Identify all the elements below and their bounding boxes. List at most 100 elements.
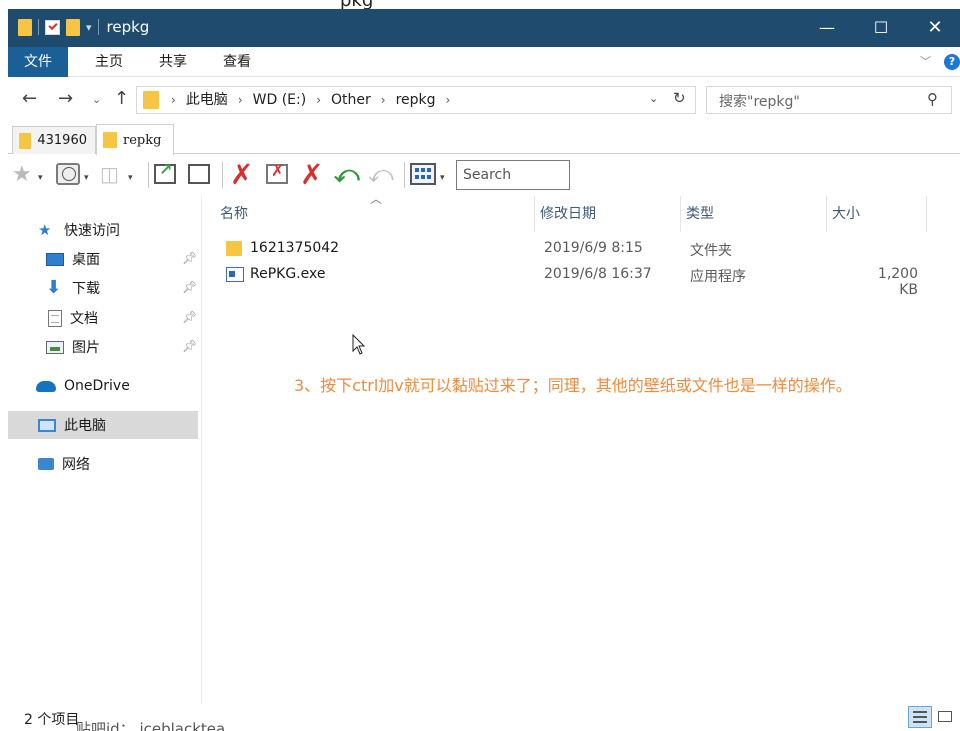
- expand-ribbon-icon[interactable]: ﹀: [920, 47, 931, 77]
- favorite-star-icon[interactable]: ★: [12, 160, 32, 188]
- file-name: 1621375042: [250, 240, 340, 256]
- details-view-button[interactable]: [908, 706, 932, 728]
- address-row: ← → ⌄ ↑ › 此电脑 › WD (E:) › Other › repkg …: [8, 80, 960, 120]
- breadcrumb-item[interactable]: 此电脑: [186, 87, 228, 113]
- folder-tab[interactable]: 431960: [12, 126, 96, 154]
- table-row[interactable]: RePKG.exe 2019/6/8 16:37 应用程序 1,200 KB: [220, 263, 950, 298]
- window-title: repkg: [106, 18, 150, 36]
- close-button[interactable]: ✕: [908, 9, 960, 47]
- sidebar-item-onedrive[interactable]: OneDrive: [8, 372, 198, 400]
- breadcrumb-item[interactable]: WD (E:): [253, 87, 307, 113]
- file-date: 2019/6/9 8:15: [544, 240, 643, 256]
- up-button[interactable]: ↑: [114, 88, 129, 109]
- column-header-name[interactable]: 名称: [220, 196, 248, 232]
- mouse-cursor-icon: [352, 334, 366, 355]
- pin-icon[interactable]: 📌︎: [182, 339, 197, 353]
- title-bar: ▾ repkg — ☐ ✕: [8, 9, 960, 47]
- address-bar[interactable]: › 此电脑 › WD (E:) › Other › repkg › ⌄ ↻: [136, 86, 696, 114]
- chevron-right-icon[interactable]: ›: [238, 87, 243, 113]
- sidebar-item-documents[interactable]: 文档 📌︎: [8, 304, 198, 332]
- chevron-down-icon[interactable]: ⌄: [649, 92, 658, 105]
- delete-icon[interactable]: ✗: [230, 158, 253, 191]
- pictures-icon: [46, 340, 64, 354]
- breadcrumb-item[interactable]: repkg: [396, 87, 436, 113]
- folder-icon: [143, 91, 159, 109]
- chevron-down-icon[interactable]: ▾: [84, 164, 89, 192]
- large-icons-view-button[interactable]: [934, 706, 958, 728]
- column-header-type[interactable]: 类型: [686, 196, 714, 232]
- chevron-right-icon: ›: [171, 93, 176, 107]
- help-icon[interactable]: ?: [944, 54, 960, 70]
- sort-ascending-icon: ︿: [370, 192, 383, 206]
- delete-selected-icon[interactable]: ✗: [266, 160, 288, 188]
- breadcrumb-item[interactable]: Other: [331, 87, 371, 113]
- sidebar-item-label: 网络: [62, 457, 90, 473]
- search-icon[interactable]: ⚲: [927, 90, 938, 108]
- table-row[interactable]: 1621375042 2019/6/9 8:15 文件夹: [220, 237, 950, 261]
- pin-icon[interactable]: 📌︎: [182, 310, 197, 324]
- chevron-right-icon[interactable]: ›: [381, 87, 386, 113]
- minimize-button[interactable]: —: [800, 9, 854, 47]
- file-list-pane: ︿ 名称 修改日期 类型 大小 1621375042 2019/6/9 8:15…: [204, 192, 960, 704]
- sidebar-item-this-pc[interactable]: 此电脑: [8, 411, 198, 439]
- tab-view[interactable]: 查看: [214, 47, 260, 77]
- maximize-button[interactable]: ☐: [854, 9, 908, 47]
- chevron-right-icon[interactable]: ›: [316, 87, 321, 113]
- this-pc-icon: [38, 418, 56, 432]
- column-header-date[interactable]: 修改日期: [540, 196, 596, 232]
- chevron-down-icon[interactable]: ▾: [128, 164, 133, 192]
- customize-dropdown-icon[interactable]: ▾: [86, 21, 92, 34]
- desktop-icon: [46, 252, 64, 266]
- properties-icon[interactable]: [45, 19, 60, 35]
- sidebar-item-network[interactable]: 网络: [8, 450, 198, 478]
- search-box[interactable]: 搜索"repkg" ⚲: [706, 86, 952, 114]
- tab-file[interactable]: 文件: [8, 47, 68, 77]
- sidebar-item-downloads[interactable]: ⬇ 下载 📌︎: [8, 274, 198, 302]
- network-icon: [38, 458, 54, 470]
- forward-button[interactable]: →: [58, 88, 73, 109]
- file-type: 应用程序: [690, 269, 746, 285]
- folder-tabs: 431960 repkg: [8, 122, 960, 155]
- redo-icon[interactable]: ⤺: [368, 160, 394, 188]
- refresh-icon[interactable]: ↻: [673, 89, 686, 107]
- tab-home[interactable]: 主页: [86, 47, 132, 77]
- search-input[interactable]: 搜索"repkg": [719, 91, 800, 111]
- move-to-icon[interactable]: ↗: [154, 160, 176, 188]
- file-date: 2019/6/8 16:37: [544, 266, 652, 282]
- column-divider[interactable]: [680, 196, 681, 232]
- sidebar-item-label: OneDrive: [64, 378, 130, 394]
- divider: [38, 19, 39, 35]
- sidebar-item-quick-access[interactable]: ★ 快速访问: [8, 216, 198, 244]
- history-icon[interactable]: [56, 160, 80, 188]
- pin-icon[interactable]: 📌︎: [182, 280, 197, 294]
- documents-icon: [48, 309, 62, 327]
- folder-tab-active[interactable]: repkg: [96, 124, 174, 155]
- column-divider[interactable]: [926, 196, 927, 232]
- column-divider[interactable]: [826, 196, 827, 232]
- annotation-text: 3、按下ctrl加v就可以黏贴过来了；同理，其他的壁纸或文件也是一样的操作。: [294, 376, 852, 395]
- breadcrumb: › 此电脑 › WD (E:) › Other › repkg ›: [171, 87, 450, 113]
- column-header-size[interactable]: 大小: [832, 196, 860, 232]
- sidebar-item-desktop[interactable]: 桌面 📌︎: [8, 245, 198, 273]
- back-button[interactable]: ←: [22, 88, 37, 109]
- permanent-delete-icon[interactable]: ✗: [300, 158, 323, 191]
- pin-icon[interactable]: 📌︎: [182, 251, 197, 265]
- chevron-right-icon[interactable]: ›: [446, 87, 451, 113]
- sidebar-item-label: 快速访问: [64, 223, 120, 239]
- undo-icon[interactable]: ⤺: [334, 160, 360, 188]
- windows-logo-icon[interactable]: ◫: [100, 160, 119, 188]
- column-divider[interactable]: [534, 196, 535, 232]
- folder-icon: [19, 132, 32, 149]
- new-folder-icon[interactable]: [66, 18, 80, 36]
- file-name: RePKG.exe: [250, 266, 326, 282]
- copy-to-icon[interactable]: [188, 160, 210, 188]
- chevron-down-icon[interactable]: ▾: [38, 164, 43, 192]
- toolbar-search-input[interactable]: Search: [456, 160, 570, 190]
- folder-tab-label: 431960: [37, 133, 87, 148]
- view-options-icon[interactable]: [410, 160, 436, 188]
- recent-locations-icon[interactable]: ⌄: [92, 93, 101, 106]
- chevron-down-icon[interactable]: ▾: [440, 164, 445, 192]
- sidebar-item-pictures[interactable]: 图片 📌︎: [8, 333, 198, 361]
- exe-icon: [226, 267, 244, 282]
- tab-share[interactable]: 共享: [150, 47, 196, 77]
